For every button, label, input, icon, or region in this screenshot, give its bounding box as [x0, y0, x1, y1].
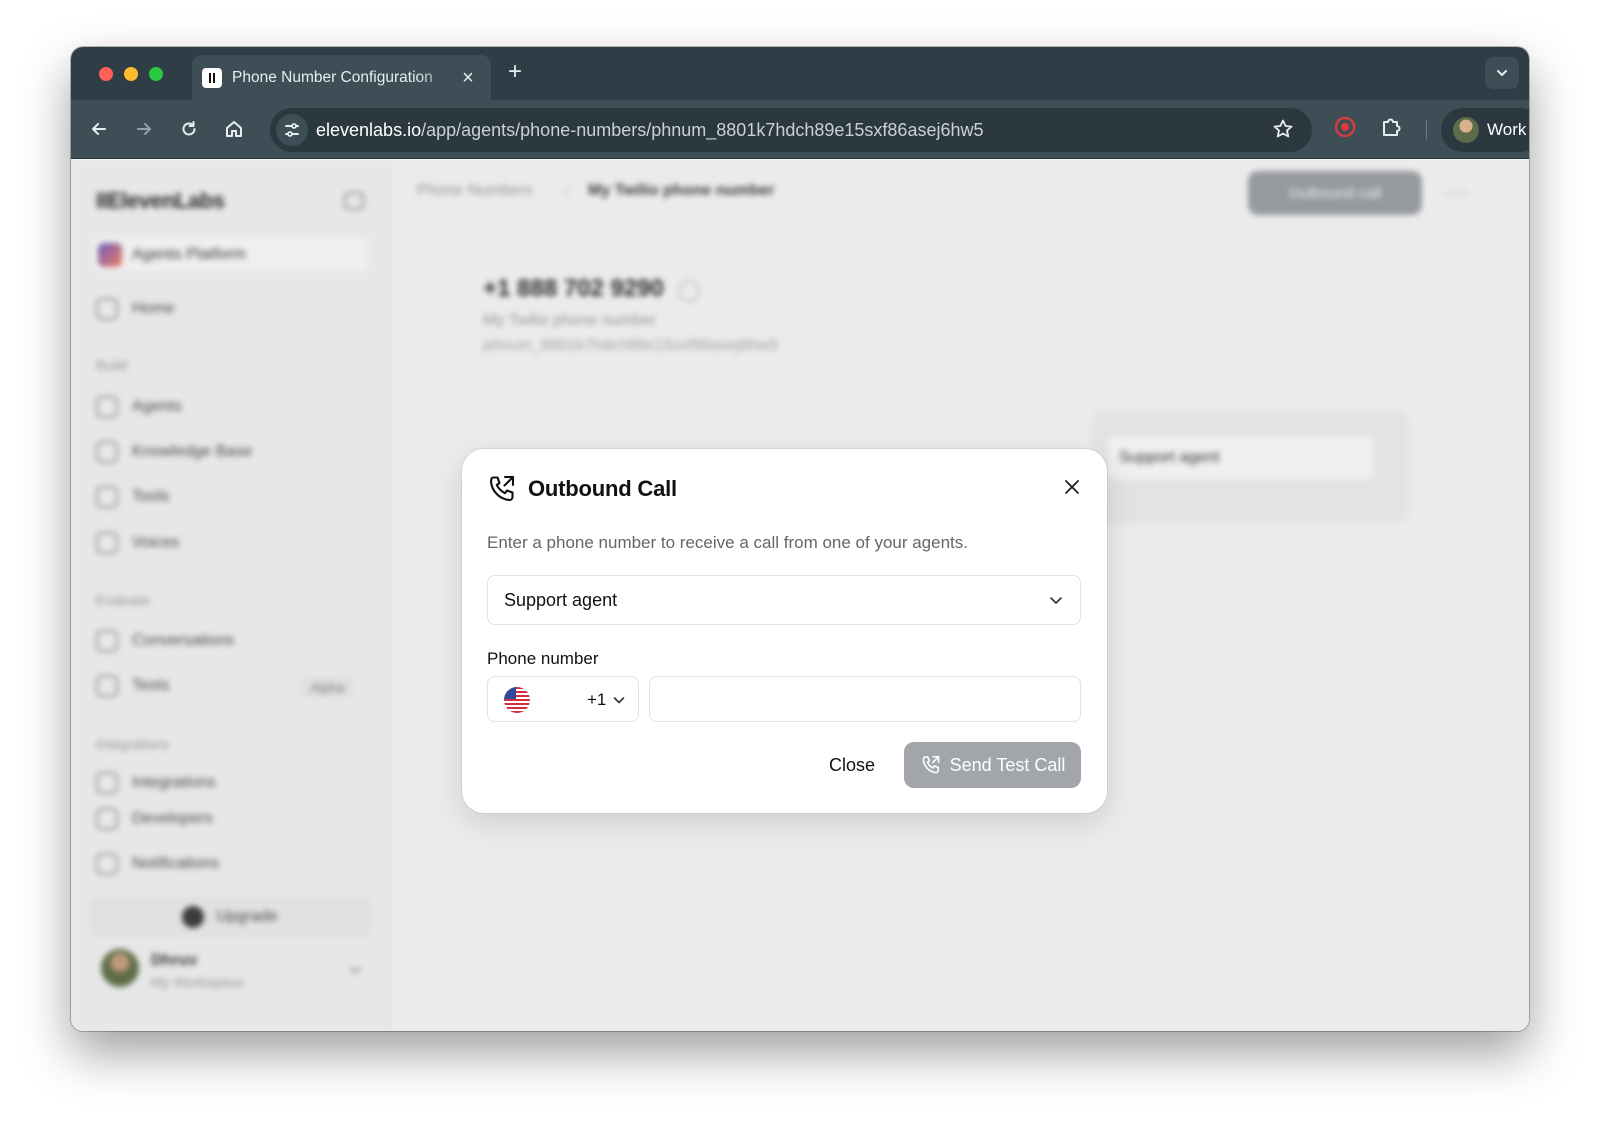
- url-host: elevenlabs.io: [316, 120, 422, 140]
- browser-window: Phone Number Configuration × + elevenlab…: [71, 47, 1529, 1031]
- bookmark-star-icon[interactable]: [1272, 118, 1294, 145]
- extension-blocker-icon[interactable]: [1333, 115, 1357, 144]
- us-flag-icon: [504, 687, 530, 713]
- tab-close-icon[interactable]: ×: [458, 68, 478, 88]
- extensions-puzzle-icon[interactable]: [1379, 114, 1405, 145]
- profile-button[interactable]: Work: [1441, 108, 1529, 152]
- browser-toolbar: elevenlabs.io/app/agents/phone-numbers/p…: [71, 100, 1529, 159]
- arrow-right-icon: [137, 123, 151, 135]
- minimize-window-button[interactable]: [124, 67, 138, 81]
- phone-number-label: Phone number: [487, 649, 599, 668]
- dialog-title: Outbound Call: [528, 476, 677, 501]
- browser-tab-active[interactable]: Phone Number Configuration ×: [192, 55, 491, 100]
- dial-code: +1: [587, 690, 607, 709]
- home-button[interactable]: [221, 116, 247, 142]
- agent-select-value: Support agent: [504, 590, 618, 610]
- reload-button[interactable]: [176, 116, 202, 142]
- url-path: /app/agents/phone-numbers/phnum_8801k7hd…: [421, 120, 984, 140]
- phone-outgoing-icon: [486, 473, 518, 510]
- close-icon[interactable]: [1060, 475, 1084, 499]
- close-window-button[interactable]: [99, 67, 113, 81]
- reload-icon: [182, 121, 196, 136]
- address-bar[interactable]: elevenlabs.io/app/agents/phone-numbers/p…: [270, 108, 1312, 152]
- profile-avatar: [1453, 117, 1479, 143]
- agent-select[interactable]: Support agent: [487, 575, 1081, 625]
- tab-search-button[interactable]: [1485, 57, 1519, 89]
- site-info-icon[interactable]: [276, 114, 308, 146]
- chevron-down-icon: [1048, 592, 1064, 613]
- send-test-call-button[interactable]: Send Test Call: [904, 742, 1081, 788]
- dialog-description: Enter a phone number to receive a call f…: [487, 533, 968, 552]
- outbound-call-dialog: Outbound Call Enter a phone number to re…: [462, 449, 1107, 813]
- chevron-down-icon: [1497, 70, 1507, 76]
- send-test-call-label: Send Test Call: [949, 754, 1066, 775]
- profile-label: Work: [1487, 120, 1527, 139]
- arrow-left-icon: [92, 123, 106, 135]
- new-tab-icon[interactable]: +: [503, 60, 527, 85]
- tab-strip: Phone Number Configuration × +: [71, 47, 1529, 100]
- home-icon: [226, 121, 242, 137]
- back-button[interactable]: [86, 116, 112, 142]
- close-button[interactable]: Close: [815, 743, 889, 787]
- country-code-select[interactable]: +1: [487, 676, 639, 722]
- phone-number-input[interactable]: [649, 676, 1081, 722]
- phone-outgoing-icon: [920, 754, 942, 776]
- page-content: IIElevenLabs Agents Platform Home Build …: [71, 160, 1529, 1031]
- chevron-down-icon: [612, 693, 626, 712]
- maximize-window-button[interactable]: [149, 67, 163, 81]
- url-text: elevenlabs.io/app/agents/phone-numbers/p…: [316, 120, 984, 141]
- elevenlabs-favicon-icon: [202, 68, 222, 88]
- forward-button[interactable]: [131, 116, 157, 142]
- tab-title: Phone Number Configuration: [232, 69, 433, 86]
